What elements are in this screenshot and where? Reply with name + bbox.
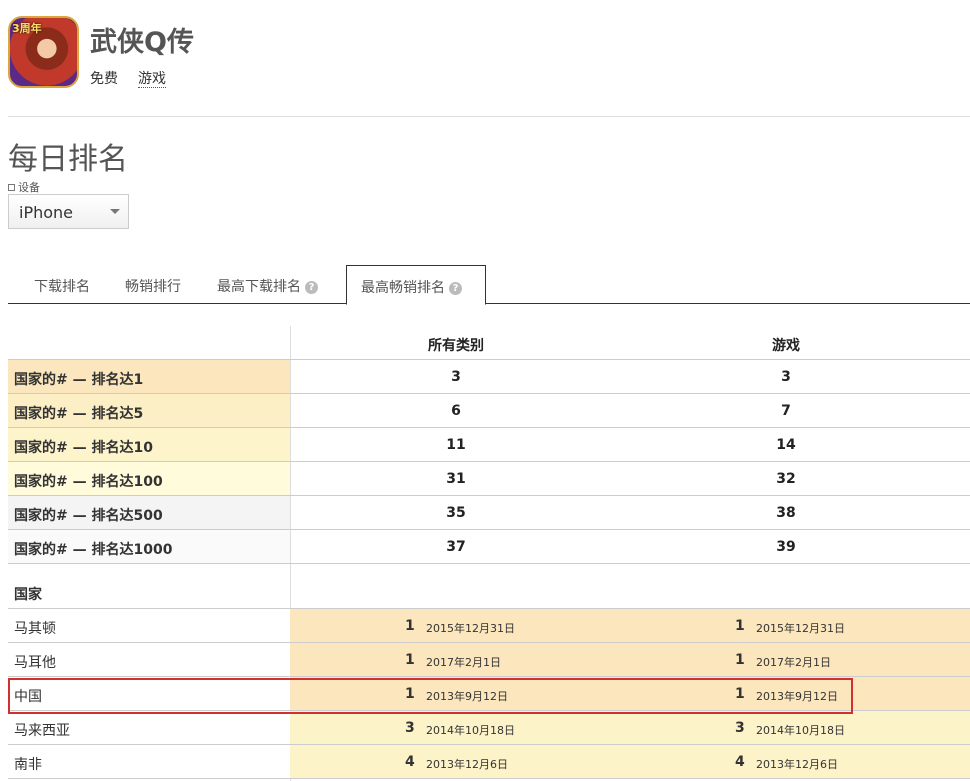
help-icon[interactable]: ? [305, 281, 318, 294]
rank-all: 4 [405, 754, 415, 770]
rank-all: 1 [405, 618, 415, 634]
rank-games: 1 [735, 618, 745, 634]
device-label: 设备 [8, 179, 40, 195]
tab-top-downloads[interactable]: 最高下载排名? [217, 265, 318, 304]
country-row[interactable]: 马耳他 1 2017年2月1日 1 2017年2月1日 [8, 643, 970, 677]
rank-games: 1 [735, 652, 745, 668]
country-cells: 3 2014年10月18日 3 2014年10月18日 [290, 711, 970, 744]
app-price: 免费 [90, 71, 118, 87]
summary-label: 国家的# — 排名达1000 [8, 530, 290, 563]
summary-value-all: 37 [446, 539, 466, 555]
tab-downloads[interactable]: 下载排名 [34, 265, 90, 304]
summary-value-games: 38 [776, 505, 796, 521]
country-cells: 1 2015年12月31日 1 2015年12月31日 [290, 609, 970, 642]
summary-row: 国家的# — 排名达500 35 38 [8, 496, 970, 530]
app-meta: 免费 游戏 [90, 68, 186, 88]
date-games: 2014年10月18日 [756, 724, 845, 737]
column-header-games: 游戏 [772, 338, 800, 354]
country-cells: 1 2017年2月1日 1 2017年2月1日 [290, 643, 970, 676]
date-all: 2013年12月6日 [426, 758, 508, 771]
rank-games: 3 [735, 720, 745, 736]
summary-value-games: 14 [776, 437, 796, 453]
app-title: 武侠Q传 [90, 27, 194, 58]
country-name: 马来西亚 [14, 723, 70, 739]
summary-value-games: 32 [776, 471, 796, 487]
table-header: 所有类别 游戏 [8, 326, 970, 360]
date-games: 2015年12月31日 [756, 622, 845, 635]
divider [8, 116, 970, 117]
country-header-row: 国家 [8, 564, 970, 609]
summary-value-all: 31 [446, 471, 466, 487]
summary-value-games: 7 [781, 403, 791, 419]
tab-bar: 下载排名 畅销排行 最高下载排名? 最高畅销排名? [8, 265, 970, 305]
summary-value-all: 11 [446, 437, 466, 453]
tab-top-grossing[interactable]: 最高畅销排名? [346, 265, 486, 305]
device-icon [8, 184, 15, 191]
summary-row: 国家的# — 排名达10 11 14 [8, 428, 970, 462]
summary-value-games: 3 [781, 369, 791, 385]
highlight-box [8, 678, 853, 714]
summary-row: 国家的# — 排名达5 6 7 [8, 394, 970, 428]
summary-row: 国家的# — 排名达1000 37 39 [8, 530, 970, 564]
summary-value-all: 35 [446, 505, 466, 521]
column-header-all: 所有类别 [428, 338, 484, 354]
date-all: 2014年10月18日 [426, 724, 515, 737]
chevron-down-icon [110, 209, 120, 214]
device-select[interactable]: iPhone [8, 194, 129, 229]
country-row[interactable]: 马来西亚 3 2014年10月18日 3 2014年10月18日 [8, 711, 970, 745]
date-all: 2015年12月31日 [426, 622, 515, 635]
app-category-link[interactable]: 游戏 [138, 71, 166, 88]
help-icon[interactable]: ? [449, 282, 462, 295]
country-row[interactable]: 马其顿 1 2015年12月31日 1 2015年12月31日 [8, 609, 970, 643]
tab-grossing[interactable]: 畅销排行 [125, 265, 181, 304]
page-title: 每日排名 [8, 142, 128, 177]
summary-label: 国家的# — 排名达10 [8, 428, 290, 461]
summary-label: 国家的# — 排名达5 [8, 394, 290, 427]
rank-games: 4 [735, 754, 745, 770]
country-cells: 4 2013年12月6日 4 2013年12月6日 [290, 745, 970, 778]
summary-value-all: 6 [451, 403, 461, 419]
country-row[interactable]: 南非 4 2013年12月6日 4 2013年12月6日 [8, 745, 970, 779]
summary-label: 国家的# — 排名达1 [8, 360, 290, 393]
summary-row: 国家的# — 排名达1 3 3 [8, 360, 970, 394]
summary-value-all: 3 [451, 369, 461, 385]
country-name: 南非 [14, 757, 42, 773]
rank-all: 3 [405, 720, 415, 736]
country-name: 马其顿 [14, 621, 56, 637]
date-games: 2013年12月6日 [756, 758, 838, 771]
summary-label: 国家的# — 排名达100 [8, 462, 290, 495]
summary-label: 国家的# — 排名达500 [8, 496, 290, 529]
summary-row: 国家的# — 排名达100 31 32 [8, 462, 970, 496]
summary-value-games: 39 [776, 539, 796, 555]
country-name: 马耳他 [14, 655, 56, 671]
date-games: 2017年2月1日 [756, 656, 831, 669]
rank-all: 1 [405, 652, 415, 668]
date-all: 2017年2月1日 [426, 656, 501, 669]
app-icon: 3周年 [8, 16, 79, 88]
